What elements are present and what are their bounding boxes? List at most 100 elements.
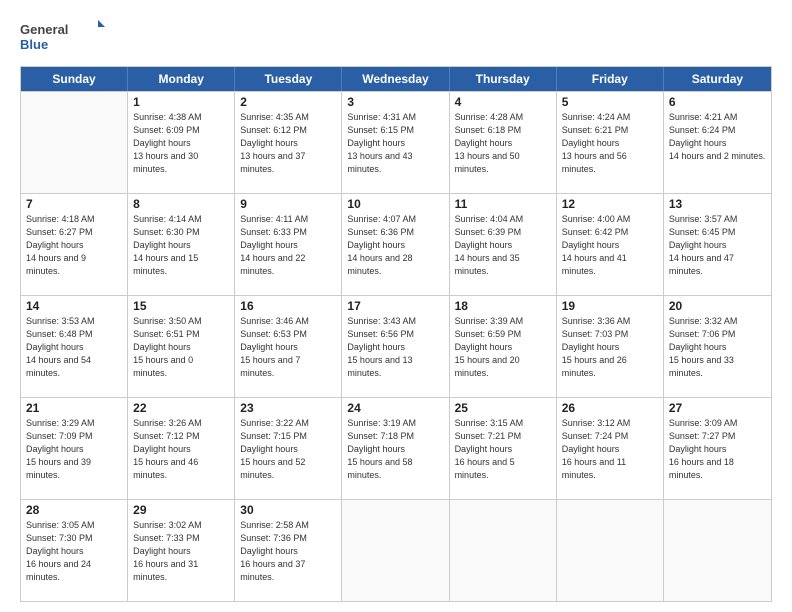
calendar-body: 1 Sunrise: 4:38 AM Sunset: 6:09 PM Dayli… bbox=[21, 91, 771, 601]
day-number: 29 bbox=[133, 503, 229, 517]
calendar-day-cell: 23 Sunrise: 3:22 AM Sunset: 7:15 PM Dayl… bbox=[235, 398, 342, 499]
day-number: 15 bbox=[133, 299, 229, 313]
calendar-header-cell: Tuesday bbox=[235, 67, 342, 91]
day-number: 7 bbox=[26, 197, 122, 211]
day-number: 16 bbox=[240, 299, 336, 313]
day-number: 9 bbox=[240, 197, 336, 211]
page: General Blue SundayMondayTuesdayWednesda… bbox=[0, 0, 792, 612]
svg-text:General: General bbox=[20, 22, 68, 37]
calendar-day-cell: 2 Sunrise: 4:35 AM Sunset: 6:12 PM Dayli… bbox=[235, 92, 342, 193]
day-number: 24 bbox=[347, 401, 443, 415]
calendar-day-cell: 30 Sunrise: 2:58 AM Sunset: 7:36 PM Dayl… bbox=[235, 500, 342, 601]
calendar-day-cell: 19 Sunrise: 3:36 AM Sunset: 7:03 PM Dayl… bbox=[557, 296, 664, 397]
day-info: Sunrise: 3:19 AM Sunset: 7:18 PM Dayligh… bbox=[347, 417, 443, 482]
calendar-day-cell: 3 Sunrise: 4:31 AM Sunset: 6:15 PM Dayli… bbox=[342, 92, 449, 193]
calendar-day-cell: 20 Sunrise: 3:32 AM Sunset: 7:06 PM Dayl… bbox=[664, 296, 771, 397]
calendar-week-3: 14 Sunrise: 3:53 AM Sunset: 6:48 PM Dayl… bbox=[21, 295, 771, 397]
calendar-week-1: 1 Sunrise: 4:38 AM Sunset: 6:09 PM Dayli… bbox=[21, 91, 771, 193]
calendar-day-cell: 10 Sunrise: 4:07 AM Sunset: 6:36 PM Dayl… bbox=[342, 194, 449, 295]
calendar-day-cell: 27 Sunrise: 3:09 AM Sunset: 7:27 PM Dayl… bbox=[664, 398, 771, 499]
day-info: Sunrise: 3:43 AM Sunset: 6:56 PM Dayligh… bbox=[347, 315, 443, 380]
day-info: Sunrise: 4:38 AM Sunset: 6:09 PM Dayligh… bbox=[133, 111, 229, 176]
calendar-day-cell: 11 Sunrise: 4:04 AM Sunset: 6:39 PM Dayl… bbox=[450, 194, 557, 295]
day-number: 4 bbox=[455, 95, 551, 109]
day-info: Sunrise: 3:57 AM Sunset: 6:45 PM Dayligh… bbox=[669, 213, 766, 278]
day-number: 5 bbox=[562, 95, 658, 109]
calendar-week-5: 28 Sunrise: 3:05 AM Sunset: 7:30 PM Dayl… bbox=[21, 499, 771, 601]
calendar-day-cell: 9 Sunrise: 4:11 AM Sunset: 6:33 PM Dayli… bbox=[235, 194, 342, 295]
calendar-day-cell: 22 Sunrise: 3:26 AM Sunset: 7:12 PM Dayl… bbox=[128, 398, 235, 499]
calendar-header-cell: Monday bbox=[128, 67, 235, 91]
calendar-day-cell: 24 Sunrise: 3:19 AM Sunset: 7:18 PM Dayl… bbox=[342, 398, 449, 499]
day-info: Sunrise: 3:02 AM Sunset: 7:33 PM Dayligh… bbox=[133, 519, 229, 584]
calendar-day-cell: 25 Sunrise: 3:15 AM Sunset: 7:21 PM Dayl… bbox=[450, 398, 557, 499]
day-info: Sunrise: 4:11 AM Sunset: 6:33 PM Dayligh… bbox=[240, 213, 336, 278]
day-number: 14 bbox=[26, 299, 122, 313]
calendar-day-cell: 16 Sunrise: 3:46 AM Sunset: 6:53 PM Dayl… bbox=[235, 296, 342, 397]
calendar-header-cell: Sunday bbox=[21, 67, 128, 91]
calendar-header-cell: Thursday bbox=[450, 67, 557, 91]
logo-container: General Blue bbox=[20, 18, 110, 56]
day-info: Sunrise: 3:09 AM Sunset: 7:27 PM Dayligh… bbox=[669, 417, 766, 482]
calendar-day-cell: 14 Sunrise: 3:53 AM Sunset: 6:48 PM Dayl… bbox=[21, 296, 128, 397]
calendar-day-cell: 18 Sunrise: 3:39 AM Sunset: 6:59 PM Dayl… bbox=[450, 296, 557, 397]
day-info: Sunrise: 4:14 AM Sunset: 6:30 PM Dayligh… bbox=[133, 213, 229, 278]
calendar-day-cell: 13 Sunrise: 3:57 AM Sunset: 6:45 PM Dayl… bbox=[664, 194, 771, 295]
day-info: Sunrise: 4:24 AM Sunset: 6:21 PM Dayligh… bbox=[562, 111, 658, 176]
calendar-empty-cell bbox=[342, 500, 449, 601]
calendar-day-cell: 17 Sunrise: 3:43 AM Sunset: 6:56 PM Dayl… bbox=[342, 296, 449, 397]
day-info: Sunrise: 2:58 AM Sunset: 7:36 PM Dayligh… bbox=[240, 519, 336, 584]
day-number: 25 bbox=[455, 401, 551, 415]
day-number: 18 bbox=[455, 299, 551, 313]
day-info: Sunrise: 3:39 AM Sunset: 6:59 PM Dayligh… bbox=[455, 315, 551, 380]
calendar-week-2: 7 Sunrise: 4:18 AM Sunset: 6:27 PM Dayli… bbox=[21, 193, 771, 295]
logo: General Blue bbox=[20, 18, 110, 56]
day-info: Sunrise: 4:07 AM Sunset: 6:36 PM Dayligh… bbox=[347, 213, 443, 278]
calendar-day-cell: 6 Sunrise: 4:21 AM Sunset: 6:24 PM Dayli… bbox=[664, 92, 771, 193]
day-number: 20 bbox=[669, 299, 766, 313]
day-number: 2 bbox=[240, 95, 336, 109]
calendar-empty-cell bbox=[557, 500, 664, 601]
logo-svg: General Blue bbox=[20, 18, 110, 56]
day-number: 17 bbox=[347, 299, 443, 313]
calendar-header-cell: Wednesday bbox=[342, 67, 449, 91]
calendar-day-cell: 8 Sunrise: 4:14 AM Sunset: 6:30 PM Dayli… bbox=[128, 194, 235, 295]
calendar-week-4: 21 Sunrise: 3:29 AM Sunset: 7:09 PM Dayl… bbox=[21, 397, 771, 499]
day-info: Sunrise: 4:00 AM Sunset: 6:42 PM Dayligh… bbox=[562, 213, 658, 278]
day-info: Sunrise: 4:04 AM Sunset: 6:39 PM Dayligh… bbox=[455, 213, 551, 278]
day-number: 28 bbox=[26, 503, 122, 517]
day-info: Sunrise: 4:31 AM Sunset: 6:15 PM Dayligh… bbox=[347, 111, 443, 176]
day-number: 26 bbox=[562, 401, 658, 415]
calendar-day-cell: 21 Sunrise: 3:29 AM Sunset: 7:09 PM Dayl… bbox=[21, 398, 128, 499]
day-info: Sunrise: 4:35 AM Sunset: 6:12 PM Dayligh… bbox=[240, 111, 336, 176]
day-number: 21 bbox=[26, 401, 122, 415]
day-info: Sunrise: 3:05 AM Sunset: 7:30 PM Dayligh… bbox=[26, 519, 122, 584]
calendar-header-cell: Saturday bbox=[664, 67, 771, 91]
calendar-day-cell: 4 Sunrise: 4:28 AM Sunset: 6:18 PM Dayli… bbox=[450, 92, 557, 193]
day-info: Sunrise: 4:18 AM Sunset: 6:27 PM Dayligh… bbox=[26, 213, 122, 278]
header: General Blue bbox=[20, 18, 772, 56]
day-number: 6 bbox=[669, 95, 766, 109]
day-info: Sunrise: 3:53 AM Sunset: 6:48 PM Dayligh… bbox=[26, 315, 122, 380]
day-info: Sunrise: 3:32 AM Sunset: 7:06 PM Dayligh… bbox=[669, 315, 766, 380]
svg-text:Blue: Blue bbox=[20, 37, 48, 52]
calendar-empty-cell bbox=[21, 92, 128, 193]
day-info: Sunrise: 3:26 AM Sunset: 7:12 PM Dayligh… bbox=[133, 417, 229, 482]
day-info: Sunrise: 3:22 AM Sunset: 7:15 PM Dayligh… bbox=[240, 417, 336, 482]
day-number: 10 bbox=[347, 197, 443, 211]
calendar-empty-cell bbox=[450, 500, 557, 601]
day-number: 3 bbox=[347, 95, 443, 109]
calendar-day-cell: 28 Sunrise: 3:05 AM Sunset: 7:30 PM Dayl… bbox=[21, 500, 128, 601]
calendar-day-cell: 26 Sunrise: 3:12 AM Sunset: 7:24 PM Dayl… bbox=[557, 398, 664, 499]
day-number: 27 bbox=[669, 401, 766, 415]
day-info: Sunrise: 4:21 AM Sunset: 6:24 PM Dayligh… bbox=[669, 111, 766, 163]
day-number: 11 bbox=[455, 197, 551, 211]
calendar-day-cell: 29 Sunrise: 3:02 AM Sunset: 7:33 PM Dayl… bbox=[128, 500, 235, 601]
day-info: Sunrise: 3:36 AM Sunset: 7:03 PM Dayligh… bbox=[562, 315, 658, 380]
day-info: Sunrise: 3:12 AM Sunset: 7:24 PM Dayligh… bbox=[562, 417, 658, 482]
day-info: Sunrise: 3:15 AM Sunset: 7:21 PM Dayligh… bbox=[455, 417, 551, 482]
day-info: Sunrise: 3:46 AM Sunset: 6:53 PM Dayligh… bbox=[240, 315, 336, 380]
day-number: 12 bbox=[562, 197, 658, 211]
calendar-day-cell: 15 Sunrise: 3:50 AM Sunset: 6:51 PM Dayl… bbox=[128, 296, 235, 397]
calendar-day-cell: 5 Sunrise: 4:24 AM Sunset: 6:21 PM Dayli… bbox=[557, 92, 664, 193]
